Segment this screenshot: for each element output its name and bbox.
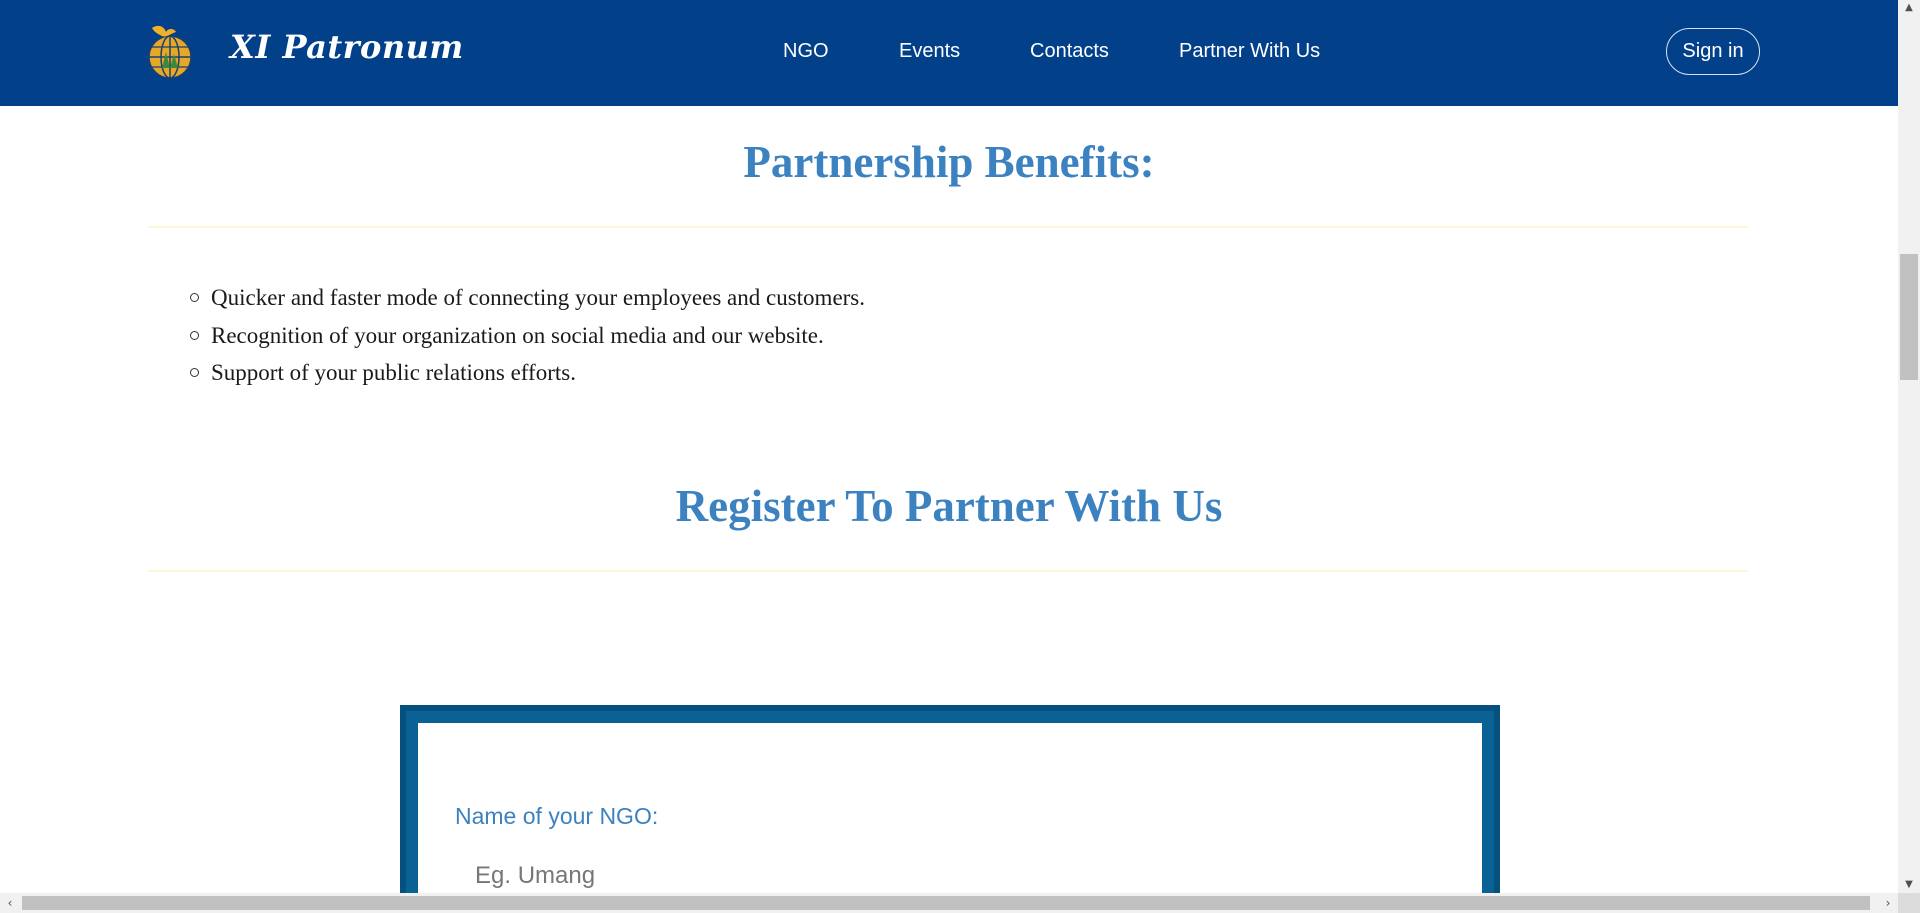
nav-events[interactable]: Events	[899, 40, 960, 63]
ngo-name-label: Name of your NGO:	[455, 803, 659, 829]
horizontal-scrollbar-thumb[interactable]	[22, 896, 1870, 910]
scroll-up-arrow-icon[interactable]: ▲	[1898, 0, 1920, 16]
sign-in-button[interactable]: Sign in	[1666, 28, 1760, 75]
registration-form: Name of your NGO:	[418, 723, 1482, 913]
partnership-benefits-title: Partnership Benefits:	[743, 137, 1155, 187]
vertical-scrollbar[interactable]: ▲ ▼	[1898, 0, 1920, 893]
benefit-text: Support of your public relations efforts…	[211, 360, 576, 385]
scroll-right-arrow-icon[interactable]: ›	[1878, 893, 1898, 913]
horizontal-scrollbar[interactable]: ‹ ›	[0, 893, 1898, 913]
divider	[148, 226, 1748, 228]
circle-bullet-icon	[190, 293, 199, 302]
list-item: Recognition of your organization on soci…	[190, 318, 865, 356]
registration-form-card: Name of your NGO:	[400, 705, 1500, 913]
nav-ngo[interactable]: NGO	[783, 40, 829, 63]
list-item: Quicker and faster mode of connecting yo…	[190, 280, 865, 318]
vertical-scrollbar-thumb[interactable]	[1900, 254, 1918, 380]
top-navbar: XI Patronum NGO Events Contacts Partner …	[0, 0, 1898, 106]
scrollbar-corner	[1898, 893, 1920, 913]
scroll-left-arrow-icon[interactable]: ‹	[0, 893, 20, 913]
brand-name[interactable]: XI Patronum	[230, 28, 464, 66]
benefits-list: Quicker and faster mode of connecting yo…	[190, 280, 865, 393]
benefit-text: Quicker and faster mode of connecting yo…	[211, 285, 866, 310]
globe-bird-logo-icon[interactable]	[146, 22, 196, 82]
list-item: Support of your public relations efforts…	[190, 355, 865, 393]
circle-bullet-icon	[190, 330, 199, 340]
register-title: Register To Partner With Us	[675, 481, 1223, 531]
divider	[148, 570, 1748, 572]
nav-partner-with-us[interactable]: Partner With Us	[1179, 40, 1320, 63]
benefit-text: Recognition of your organization on soci…	[211, 322, 824, 348]
scroll-down-arrow-icon[interactable]: ▼	[1898, 877, 1920, 893]
nav-contacts[interactable]: Contacts	[1030, 40, 1109, 63]
circle-bullet-icon	[190, 368, 199, 377]
